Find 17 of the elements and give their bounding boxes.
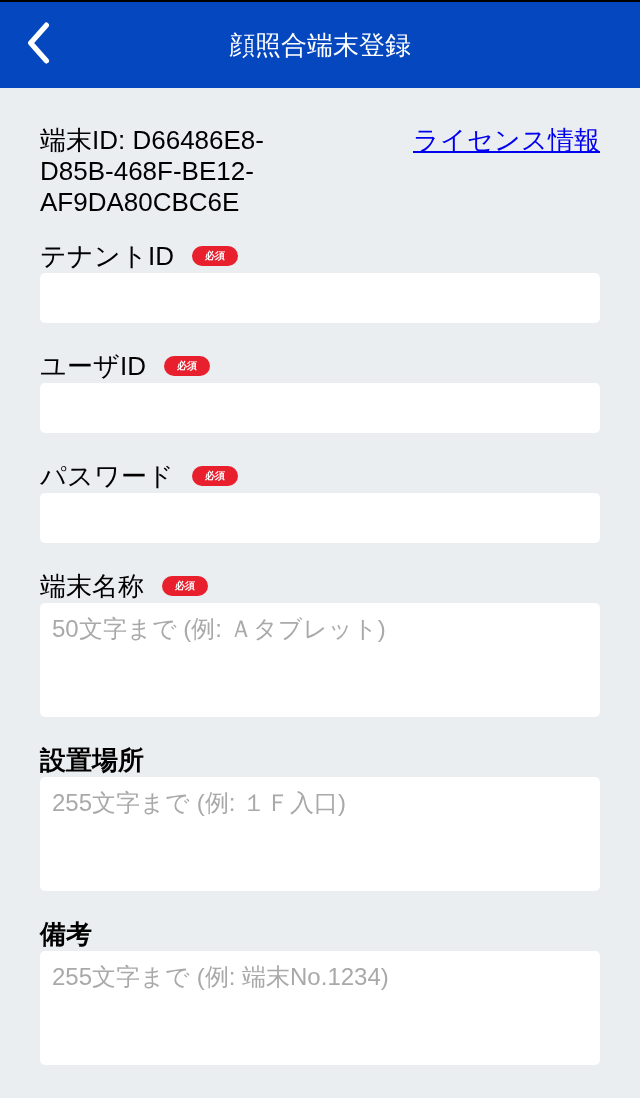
field-label: ユーザID: [40, 351, 146, 381]
required-badge: 必須: [192, 466, 238, 486]
field-label: テナントID: [40, 241, 174, 271]
field-label: 備考: [40, 919, 92, 949]
device-id-text: 端末ID: D66486E8-D85B-468F-BE12-AF9DA80CBC6E: [40, 125, 265, 218]
field-label: 端末名称: [40, 571, 144, 601]
screen-title: 顔照合端末登録: [229, 29, 411, 61]
required-badge: 必須: [164, 356, 210, 376]
license-info-link[interactable]: ライセンス情報: [413, 125, 600, 156]
chevron-left-icon: [25, 22, 51, 64]
textarea-field[interactable]: 50文字まで (例: Ａタブレット): [40, 603, 600, 717]
field-label: 設置場所: [40, 745, 144, 775]
field-label: パスワード: [40, 461, 174, 491]
required-badge: 必須: [192, 246, 238, 266]
required-badge: 必須: [162, 576, 208, 596]
textarea-field[interactable]: 255文字まで (例: １Ｆ入口): [40, 777, 600, 891]
textarea-field[interactable]: 255文字まで (例: 端末No.1234): [40, 951, 600, 1065]
